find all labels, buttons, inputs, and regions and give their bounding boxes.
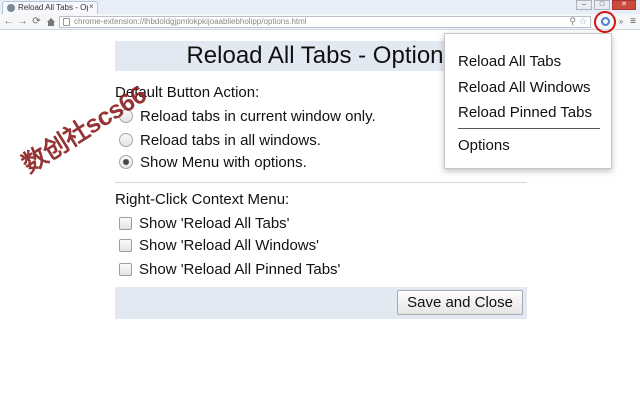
- menu-separator: [458, 128, 600, 129]
- radio-label: Show Menu with options.: [140, 153, 307, 171]
- section-divider: [115, 182, 527, 183]
- menu-item-reload-all-tabs[interactable]: Reload All Tabs: [458, 53, 561, 70]
- title-bar: Reload All Tabs - Op × – □ ✕: [0, 0, 640, 14]
- radio-option-show-menu[interactable]: Show Menu with options.: [119, 153, 307, 171]
- radio-option-all-windows[interactable]: Reload tabs in all windows.: [119, 131, 321, 149]
- extensions-overflow-icon[interactable]: »: [616, 15, 626, 28]
- extension-popup-menu: Reload All Tabs Reload All Windows Reloa…: [444, 33, 612, 169]
- zoom-icon[interactable]: ⚲: [569, 16, 576, 27]
- footer-band: Save and Close: [115, 287, 527, 319]
- context-menu-label: Right-Click Context Menu:: [115, 191, 290, 208]
- tab-title: Reload All Tabs - Op: [18, 3, 88, 12]
- checkbox-reload-all-tabs[interactable]: [119, 216, 132, 230]
- reload-favicon-icon: [7, 4, 15, 12]
- url-text: chrome-extension://lhbdoldgjpmlokpkijoaa…: [74, 17, 307, 26]
- browser-tab[interactable]: Reload All Tabs - Op ×: [2, 1, 98, 14]
- highlight-circle: [594, 11, 616, 33]
- address-bar[interactable]: chrome-extension://lhbdoldgjpmlokpkijoaa…: [59, 16, 591, 28]
- tab-close-icon[interactable]: ×: [89, 2, 94, 11]
- menu-item-options[interactable]: Options: [458, 137, 510, 154]
- checkbox-option-reload-all-windows[interactable]: Show 'Reload All Windows': [119, 236, 319, 254]
- menu-item-reload-pinned-tabs[interactable]: Reload Pinned Tabs: [458, 104, 592, 121]
- checkbox-reload-all-windows[interactable]: [119, 238, 132, 252]
- reload-button[interactable]: ⟳: [31, 15, 42, 28]
- checkbox-reload-pinned-tabs[interactable]: [119, 262, 132, 276]
- close-window-button[interactable]: ✕: [612, 0, 636, 10]
- radio-option-current-window[interactable]: Reload tabs in current window only.: [119, 107, 376, 125]
- star-icon[interactable]: ☆: [579, 16, 587, 27]
- checkbox-label: Show 'Reload All Tabs': [139, 214, 290, 232]
- radio-label: Reload tabs in all windows.: [140, 131, 321, 149]
- maximize-button[interactable]: □: [594, 0, 610, 10]
- chrome-menu-icon[interactable]: ≡: [628, 15, 638, 28]
- checkbox-option-reload-all-tabs[interactable]: Show 'Reload All Tabs': [119, 214, 290, 232]
- forward-button[interactable]: →: [17, 15, 28, 28]
- checkbox-option-reload-pinned-tabs[interactable]: Show 'Reload All Pinned Tabs': [119, 260, 340, 278]
- radio-all-windows[interactable]: [119, 133, 133, 147]
- radio-show-menu[interactable]: [119, 155, 133, 169]
- checkbox-label: Show 'Reload All Pinned Tabs': [139, 260, 341, 278]
- browser-toolbar: ← → ⟳ chrome-extension://lhbdoldgjpmlokp…: [0, 14, 640, 30]
- radio-label: Reload tabs in current window only.: [140, 107, 376, 125]
- browser-window: Reload All Tabs - Op × – □ ✕ ← → ⟳ chrom…: [0, 0, 640, 400]
- page-icon: [63, 18, 70, 26]
- back-button[interactable]: ←: [3, 15, 14, 28]
- checkbox-label: Show 'Reload All Windows': [139, 236, 319, 254]
- menu-item-reload-all-windows[interactable]: Reload All Windows: [458, 79, 591, 96]
- minimize-button[interactable]: –: [576, 0, 592, 10]
- home-icon[interactable]: [45, 15, 56, 28]
- save-and-close-button[interactable]: Save and Close: [397, 290, 523, 315]
